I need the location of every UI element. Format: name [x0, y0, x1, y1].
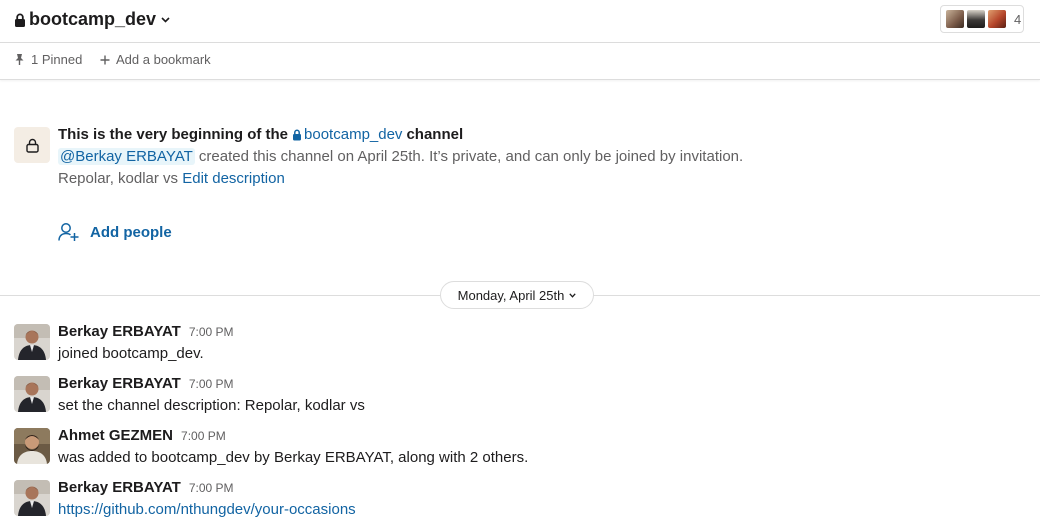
channel-link-name: bootcamp_dev — [304, 126, 403, 143]
add-bookmark-button[interactable]: Add a bookmark — [100, 52, 211, 67]
channel-name-button[interactable]: bootcamp_dev — [14, 9, 170, 30]
avatar[interactable] — [14, 428, 50, 464]
message: Berkay ERBAYAT 7:00 PM joined bootcamp_d… — [14, 323, 1014, 373]
message-text: set the channel description: Repolar, ko… — [58, 397, 365, 414]
message-timestamp[interactable]: 7:00 PM — [189, 325, 234, 339]
pinned-button[interactable]: 1 Pinned — [14, 52, 82, 67]
message: Ahmet GEZMEN 7:00 PM was added to bootca… — [14, 427, 1014, 477]
message-timestamp[interactable]: 7:00 PM — [189, 481, 234, 495]
edit-description-link[interactable]: Edit description — [182, 170, 285, 187]
person-photo-icon — [14, 428, 50, 464]
date-divider-button[interactable]: Monday, April 25th — [440, 281, 594, 309]
channel-created-line: @Berkay ERBAYAT created this channel on … — [58, 148, 743, 165]
lock-icon — [25, 138, 39, 153]
description-text: Repolar, kodlar vs — [58, 170, 183, 187]
channel-description-line: Repolar, kodlar vs Edit description — [58, 170, 285, 187]
message-timestamp[interactable]: 7:00 PM — [189, 377, 234, 391]
intro-title-suffix: channel — [406, 126, 464, 143]
avatar[interactable] — [14, 480, 50, 516]
member-avatar — [945, 9, 965, 29]
lock-icon — [15, 13, 25, 27]
add-bookmark-label: Add a bookmark — [116, 52, 211, 67]
pinned-label: 1 Pinned — [31, 52, 83, 67]
message-link[interactable]: https://github.com/nthungdev/your-occasi… — [58, 501, 356, 518]
avatar[interactable] — [14, 324, 50, 360]
person-photo-icon — [14, 480, 50, 516]
message-text: joined bootcamp_dev. — [58, 345, 204, 362]
creator-mention[interactable]: @Berkay ERBAYAT — [58, 148, 195, 165]
intro-title-prefix: This is the very beginning of the — [58, 126, 289, 143]
lock-icon — [293, 129, 302, 140]
channel-link[interactable]: bootcamp_dev — [292, 126, 402, 143]
members-button[interactable]: 4 — [940, 5, 1024, 33]
avatar[interactable] — [14, 376, 50, 412]
channel-header: bootcamp_dev 4 — [0, 0, 1040, 43]
add-people-button[interactable]: Add people — [58, 222, 172, 242]
message-text: was added to bootcamp_dev by Berkay ERBA… — [58, 449, 529, 466]
channel-name: bootcamp_dev — [29, 9, 157, 29]
member-avatar — [987, 9, 1007, 29]
add-person-icon — [58, 223, 79, 241]
pin-icon — [15, 54, 24, 65]
message-author[interactable]: Berkay ERBAYAT — [58, 479, 181, 496]
message: Berkay ERBAYAT 7:00 PM https://github.co… — [14, 479, 1014, 529]
created-text: created this channel on April 25th. It’s… — [194, 148, 744, 165]
message-timestamp[interactable]: 7:00 PM — [181, 429, 226, 443]
chevron-down-icon — [161, 16, 170, 23]
message-author[interactable]: Berkay ERBAYAT — [58, 323, 181, 340]
message: Berkay ERBAYAT 7:00 PM set the channel d… — [14, 375, 1014, 425]
message-author[interactable]: Berkay ERBAYAT — [58, 375, 181, 392]
member-count: 4 — [1014, 11, 1022, 27]
chevron-down-icon — [569, 292, 577, 298]
channel-intro-title: This is the very beginning of the bootca… — [58, 126, 463, 143]
channel-intro-icon — [14, 127, 50, 163]
date-label: Monday, April 25th — [457, 287, 565, 303]
message-author[interactable]: Ahmet GEZMEN — [58, 427, 173, 444]
add-people-label: Add people — [90, 223, 172, 241]
person-photo-icon — [14, 324, 50, 360]
bookmarks-bar: 1 Pinned Add a bookmark — [0, 43, 1040, 80]
member-avatar — [966, 9, 986, 29]
person-photo-icon — [14, 376, 50, 412]
plus-icon — [100, 55, 110, 64]
